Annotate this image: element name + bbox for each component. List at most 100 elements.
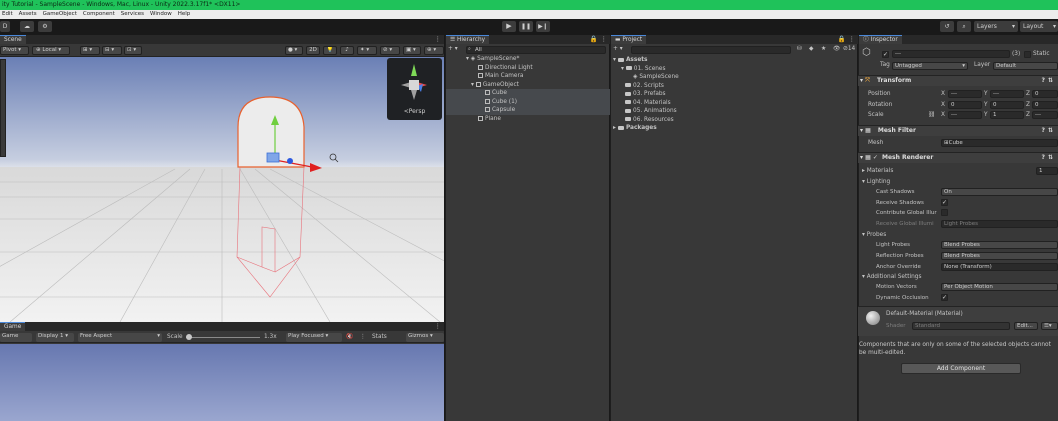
tag-dropdown[interactable]: Untagged ▾ xyxy=(892,62,968,70)
project-item-scripts[interactable]: 02. Scripts xyxy=(625,82,664,91)
menu-item-edit[interactable]: Edit xyxy=(2,10,13,19)
name-input[interactable]: --- xyxy=(892,50,1010,58)
game-view-dropdown[interactable]: Game xyxy=(0,333,32,342)
lighting-toggle-icon[interactable]: 💡 xyxy=(323,46,337,55)
scale-y-input[interactable]: 1 xyxy=(990,111,1024,119)
receive-shadows-checkbox[interactable]: ✓ xyxy=(941,199,948,206)
scale-x-input[interactable]: --- xyxy=(948,111,982,119)
orientation-gizmo[interactable]: <Persp xyxy=(387,58,442,120)
material-preview-sphere[interactable] xyxy=(866,311,880,325)
account-dropdown[interactable]: D xyxy=(0,21,10,32)
layers-dropdown[interactable]: Layers ▾ xyxy=(974,21,1018,32)
constrain-proportions-icon[interactable]: ⛓ xyxy=(928,111,935,120)
stats-toggle[interactable]: Stats xyxy=(372,333,387,342)
edit-shader-button[interactable]: Edit... xyxy=(1014,322,1038,330)
hierarchy-item-cube-1[interactable]: Cube (1) xyxy=(446,97,610,106)
more-options-icon[interactable]: ⋮ xyxy=(849,35,856,44)
scale-z-input[interactable]: --- xyxy=(1032,111,1058,119)
search-by-type-icon[interactable]: ⛁ xyxy=(797,45,802,54)
layer-dropdown[interactable]: Default xyxy=(993,62,1058,70)
add-component-button[interactable]: Add Component xyxy=(901,363,1021,374)
display-dropdown[interactable]: Display 1 ▾ xyxy=(36,333,74,342)
play-focused-dropdown[interactable]: Play Focused ▾ xyxy=(286,333,342,342)
aspect-dropdown[interactable]: Free Aspect ▾ xyxy=(78,333,162,342)
tab-scene[interactable]: Scene xyxy=(0,35,26,44)
position-z-input[interactable]: 0 xyxy=(1032,90,1058,98)
hierarchy-item-directional-light[interactable]: Directional Light xyxy=(478,64,533,73)
help-icon[interactable]: ? xyxy=(1042,76,1045,86)
hierarchy-item-main-camera[interactable]: Main Camera xyxy=(478,72,523,81)
camera-settings-dropdown[interactable]: ▣ ▾ xyxy=(403,46,421,55)
lock-icon[interactable]: 🔒 xyxy=(838,35,846,44)
settings-icon[interactable]: ⋮ xyxy=(360,333,366,342)
rotation-y-input[interactable]: 0 xyxy=(990,101,1024,109)
perspective-label[interactable]: <Persp xyxy=(387,108,442,115)
project-item-animations[interactable]: 05. Animations xyxy=(625,107,677,116)
mesh-renderer-header[interactable]: ▾ ▦ ✓ Mesh Renderer ? ⇅ xyxy=(858,152,1058,163)
probes-foldout[interactable]: ▾ Probes xyxy=(862,231,886,240)
effects-dropdown[interactable]: ✦ ▾ xyxy=(357,46,377,55)
audio-toggle-icon[interactable]: ♪ xyxy=(340,46,354,55)
hierarchy-item-cube[interactable]: Cube xyxy=(446,89,610,98)
mesh-renderer-enabled-checkbox[interactable]: ✓ xyxy=(873,154,878,161)
hierarchy-item-samplescene[interactable]: ▾ ◈ SampleScene* xyxy=(466,55,519,64)
favorites-star-icon[interactable]: ★ xyxy=(821,45,826,54)
mesh-filter-header[interactable]: ▾ ▦ Mesh Filter ? ⇅ xyxy=(858,125,1058,136)
tool-settings-dropdown[interactable]: ⊡ ▾ xyxy=(124,46,142,55)
menu-item-gameobject[interactable]: GameObject xyxy=(43,10,77,19)
presets-icon[interactable]: ⇅ xyxy=(1048,126,1053,136)
position-x-input[interactable]: --- xyxy=(948,90,982,98)
step-icon[interactable]: ▶❙ xyxy=(536,21,550,32)
more-options-icon[interactable]: ⋮ xyxy=(435,35,442,44)
project-search-input[interactable] xyxy=(631,46,791,54)
mute-audio-icon[interactable]: 🔇 xyxy=(346,333,353,342)
local-dropdown[interactable]: ⊕ Local ▾ xyxy=(32,46,70,55)
transform-header[interactable]: ▾ ⤧ Transform ? ⇅ xyxy=(858,75,1058,86)
rotation-z-input[interactable]: 0 xyxy=(1032,101,1058,109)
shader-options-dropdown[interactable]: ☰▾ xyxy=(1041,322,1058,330)
search-icon[interactable]: ⌕ xyxy=(957,21,971,32)
lock-icon[interactable]: 🔒 xyxy=(590,35,598,44)
rotation-x-input[interactable]: 0 xyxy=(948,101,982,109)
project-item-prefabs[interactable]: 03. Prefabs xyxy=(625,90,666,99)
menu-item-component[interactable]: Component xyxy=(83,10,115,19)
search-by-label-icon[interactable]: ◆ xyxy=(809,45,813,54)
help-icon[interactable]: ? xyxy=(1042,126,1045,136)
project-item-assets[interactable]: ▾ Assets xyxy=(613,56,647,65)
project-item-samplescene[interactable]: ◈ SampleScene xyxy=(633,73,679,82)
static-checkbox[interactable] xyxy=(1024,51,1031,58)
tab-hierarchy[interactable]: ☰ Hierarchy xyxy=(446,35,490,44)
light-probes-dropdown[interactable]: Blend Probes xyxy=(941,241,1058,249)
hidden-packages-icon[interactable]: 👁 xyxy=(833,45,840,54)
anchor-override-field[interactable]: None (Transform) xyxy=(941,263,1058,271)
tab-inspector[interactable]: ⓘ Inspector xyxy=(859,35,902,44)
help-icon[interactable]: ? xyxy=(1042,153,1045,163)
additional-settings-foldout[interactable]: ▾ Additional Settings xyxy=(862,273,922,282)
grid-snap-dropdown[interactable]: ⊞ ▾ xyxy=(80,46,100,55)
hierarchy-item-plane[interactable]: Plane xyxy=(478,115,501,124)
cast-shadows-dropdown[interactable]: On xyxy=(941,188,1058,196)
menu-item-window[interactable]: Window xyxy=(150,10,172,19)
contribute-gi-checkbox[interactable] xyxy=(941,209,948,216)
menu-item-help[interactable]: Help xyxy=(178,10,191,19)
gizmos-toggle[interactable]: Gizmos ▾ xyxy=(406,333,444,342)
materials-foldout[interactable]: ▸ Materials xyxy=(862,167,893,176)
presets-icon[interactable]: ⇅ xyxy=(1048,153,1053,163)
scale-slider-handle[interactable] xyxy=(186,334,192,340)
add-object-dropdown[interactable]: + ▾ xyxy=(448,45,458,54)
scale-slider[interactable] xyxy=(186,337,260,338)
lighting-foldout[interactable]: ▾ Lighting xyxy=(862,178,890,187)
layout-dropdown[interactable]: Layout ▾ xyxy=(1020,21,1058,32)
motion-vectors-dropdown[interactable]: Per Object Motion xyxy=(941,283,1058,291)
material-name[interactable]: Default-Material (Material) xyxy=(886,310,963,319)
pause-icon[interactable]: ❚❚ xyxy=(519,21,533,32)
scene-viewport[interactable]: <Persp xyxy=(0,57,444,322)
more-options-icon[interactable]: ⋮ xyxy=(601,35,608,44)
services-gear-icon[interactable]: ⚙ xyxy=(38,21,52,32)
hierarchy-item-capsule[interactable]: Capsule xyxy=(446,106,610,115)
presets-icon[interactable]: ⇅ xyxy=(1048,76,1053,86)
tab-game[interactable]: Game xyxy=(0,322,26,331)
mesh-object-field[interactable]: ⊞Cube xyxy=(941,139,1058,147)
project-item-packages[interactable]: ▸ Packages xyxy=(613,124,657,133)
tab-project[interactable]: ▬ Project xyxy=(611,35,647,44)
